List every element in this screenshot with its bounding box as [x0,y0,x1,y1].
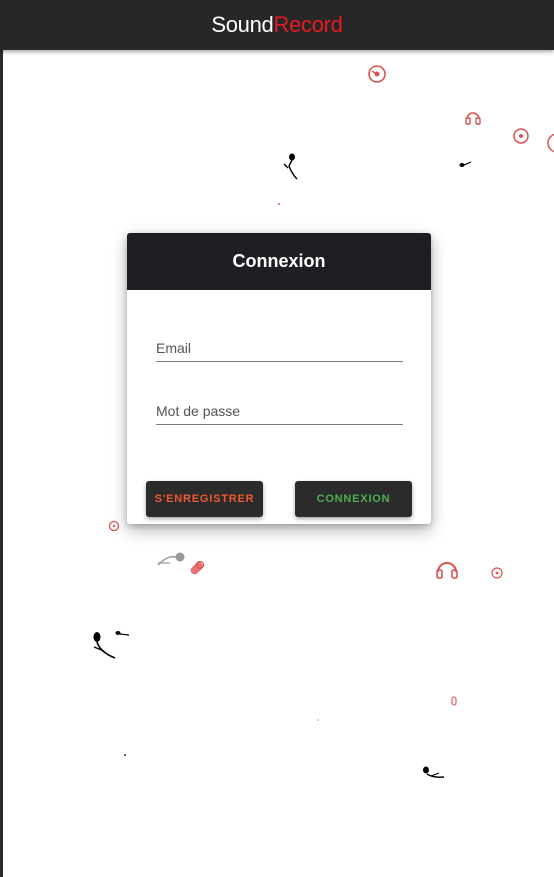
headphones-icon [436,562,458,579]
microphone-icon [157,552,185,566]
dot-icon [278,203,280,205]
register-button[interactable]: S'ENREGISTRER [146,481,263,517]
brand-part-record: Record [273,12,343,37]
login-card-header: Connexion [127,233,431,290]
app-bar: SoundRecord [0,0,554,50]
vinyl-icon [491,567,503,579]
window-left-border [0,0,3,877]
headphones-icon [465,112,481,125]
music-note-icon [283,153,298,180]
music-note-icon [115,631,130,636]
vinyl-icon [547,133,554,153]
microphone-icon [451,696,457,706]
brand-part-sound: Sound [211,12,274,37]
microphone-icon [190,560,205,575]
dot-icon [317,719,319,721]
email-field[interactable] [156,335,403,362]
music-note-icon [423,766,445,778]
login-card: Connexion S'ENREGISTRER CONNEXION [127,233,431,524]
login-button[interactable]: CONNEXION [295,481,412,517]
vinyl-icon [368,65,386,83]
app-title: SoundRecord [211,12,343,38]
password-field[interactable] [156,398,403,425]
dot-icon [124,754,126,756]
vinyl-icon [108,520,120,532]
login-title: Connexion [232,251,326,271]
music-note-icon [459,161,472,167]
vinyl-icon [513,128,529,144]
